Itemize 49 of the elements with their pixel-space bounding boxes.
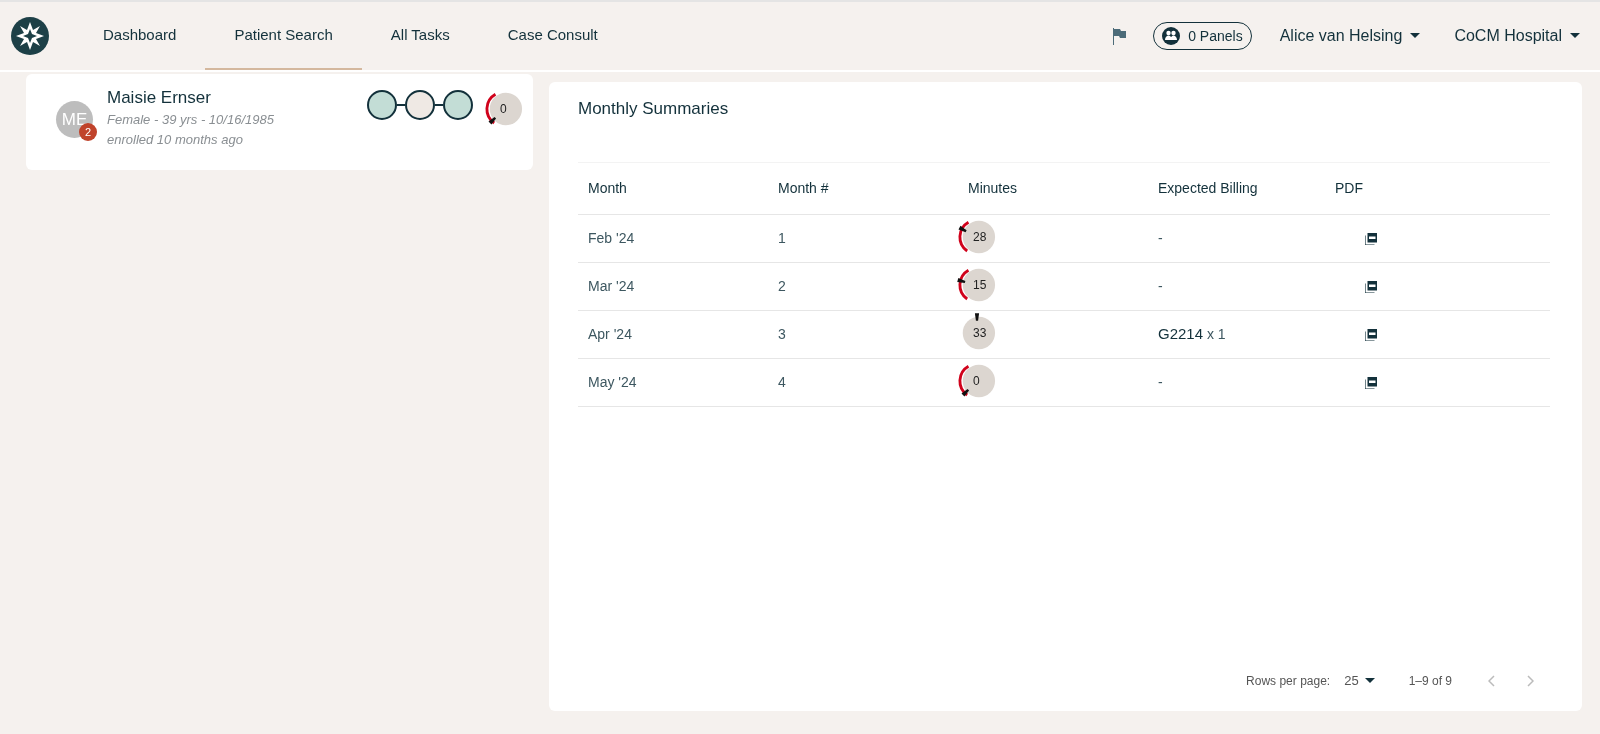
column-header: PDF [1335,180,1363,196]
rows-per-page-label: Rows per page: [1246,673,1331,690]
nav-tab[interactable]: Case Consult [478,2,627,70]
flag-icon[interactable] [1111,27,1128,45]
caret-icon [1410,33,1421,39]
minutes-value: 0 [973,373,980,388]
pdf-icon[interactable] [1365,376,1377,389]
nav-tab[interactable]: All Tasks [361,2,479,70]
month-number-cell: 1 [778,230,786,246]
month-cell: Mar '24 [588,278,635,294]
caret-icon [1364,678,1375,684]
enrollment-text: enrolled 10 months ago [107,131,244,149]
column-header: Minutes [968,180,1018,196]
column-header: Expected Billing [1158,180,1258,196]
billing-cell: - [1158,230,1163,246]
pdf-icon[interactable] [1365,328,1377,341]
notification-badge: 2 [79,123,97,141]
month-number-cell: 4 [778,374,786,390]
organization-menu[interactable]: CoCM Hospital [1454,24,1580,48]
rows-per-page-select[interactable]: 25 [1344,671,1375,691]
caret-icon [1570,33,1580,39]
month-cell: May '24 [588,374,637,390]
minutes-value: 33 [973,325,987,340]
billing-cell: - [1158,278,1163,294]
pdf-icon[interactable] [1365,280,1377,293]
month-cell: Feb '24 [588,230,635,246]
billing-cell: - [1158,374,1163,390]
nav-tab[interactable]: Patient Search [205,2,362,70]
chevron-right-icon [1526,675,1534,687]
page-range: 1–9 of 9 [1408,673,1452,690]
patient-card[interactable]: ME 2 Maisie Ernser Female - 39 yrs - 10/16/1985 enrolled 10 months ago 0 [26,74,533,170]
column-header: Month [588,180,627,196]
chevron-left-icon [1488,675,1496,687]
billing-cell: G2214 x 1 [1158,326,1226,343]
month-number-cell: 3 [778,326,786,342]
patient-name: Maisie Ernser [107,88,212,108]
month-number-cell: 2 [778,278,786,294]
minutes-value: 0 [500,102,507,116]
minutes-value: 15 [973,277,987,292]
patient-details: Female - 39 yrs - 10/16/1985 [107,111,274,129]
user-menu[interactable]: Alice van Helsing [1279,24,1421,48]
column-header: Month # [778,180,829,196]
month-cell: Apr '24 [588,326,632,342]
pdf-icon[interactable] [1365,232,1377,245]
minutes-value: 28 [973,229,987,244]
logo-icon[interactable] [10,16,50,56]
people-icon [1162,27,1181,45]
nav-tab[interactable]: Dashboard [74,2,206,70]
panel-title: Monthly Summaries [578,98,730,120]
